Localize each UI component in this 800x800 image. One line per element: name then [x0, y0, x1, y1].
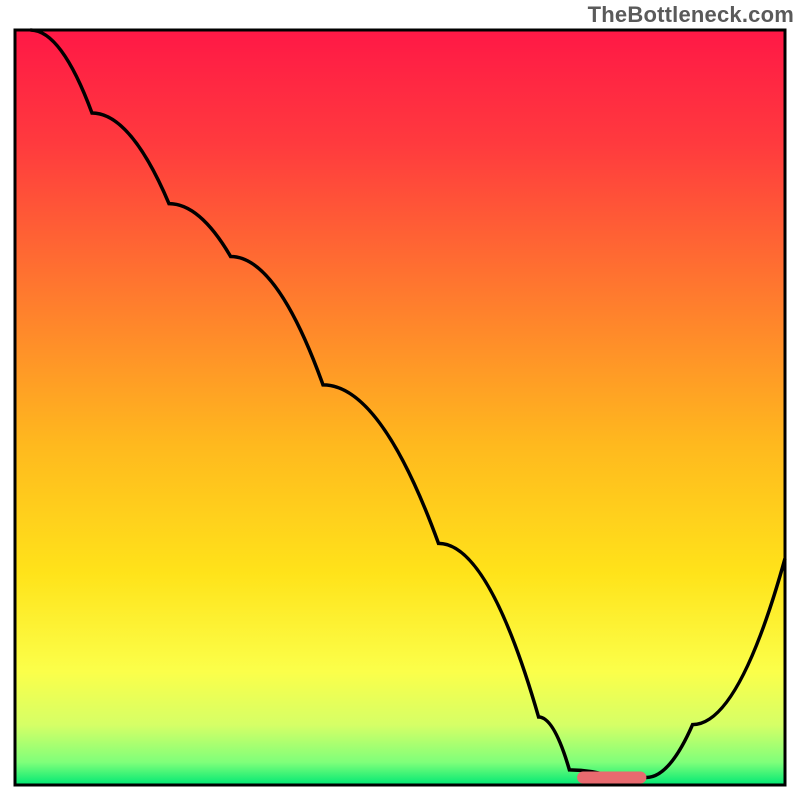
chart-svg — [0, 0, 800, 800]
target-marker — [577, 771, 646, 783]
gradient-background — [15, 30, 785, 785]
watermark-label: TheBottleneck.com — [588, 2, 794, 28]
chart-container: TheBottleneck.com — [0, 0, 800, 800]
